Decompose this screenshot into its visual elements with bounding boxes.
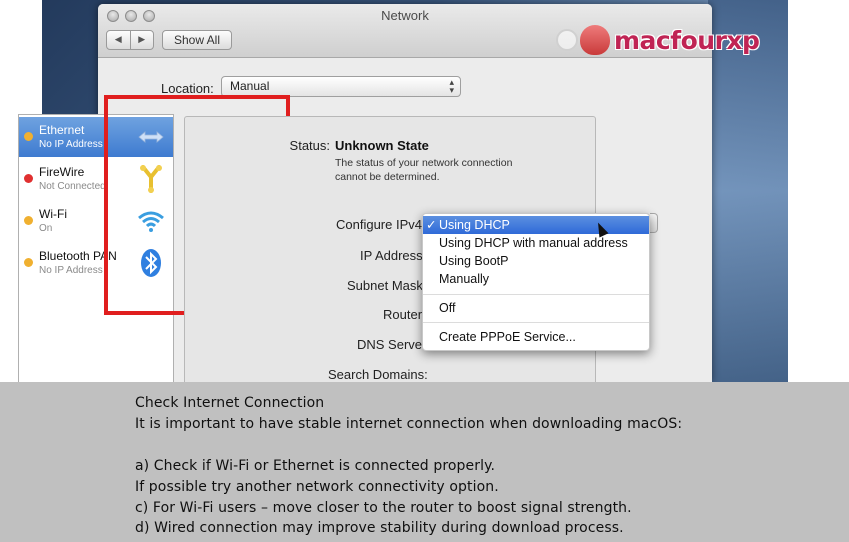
service-status: Not Connected [39, 181, 106, 192]
menu-item-label: Manually [439, 272, 490, 286]
service-name: FireWire [39, 165, 85, 179]
menu-item-create-pppoe[interactable]: Create PPPoE Service... [423, 328, 649, 346]
checkmark-icon: ✓ [426, 218, 437, 232]
menu-item-using-dhcp[interactable]: ✓ Using DHCP [423, 216, 649, 234]
status-description: The status of your network connection ca… [335, 157, 513, 183]
status-dot-icon [24, 216, 33, 225]
menu-item-dhcp-manual[interactable]: Using DHCP with manual address [423, 234, 649, 252]
menu-item-label: Off [439, 301, 456, 315]
caption-title: Check Internet Connection [135, 395, 325, 411]
search-domains-label: Search Domains: [328, 367, 428, 382]
location-select[interactable]: Manual ▴ ▾ [221, 76, 461, 97]
configure-ipv4-menu: ✓ Using DHCP Using DHCP with manual addr… [422, 213, 650, 351]
watermark-text: macfourxp [614, 25, 760, 55]
menu-item-manually[interactable]: Manually [423, 270, 649, 288]
site-watermark: macfourxp [556, 22, 760, 58]
menu-item-off[interactable]: Off [423, 299, 649, 317]
dns-server-label: DNS Server [357, 337, 427, 352]
menu-item-label: Using DHCP with manual address [439, 236, 628, 250]
service-name: Wi-Fi [39, 207, 67, 221]
apple-logo-icon [580, 25, 610, 55]
service-status: No IP Address [39, 139, 103, 150]
router-label: Router [383, 307, 423, 322]
menu-item-label: Using BootP [439, 254, 509, 268]
service-status: No IP Address [39, 265, 103, 276]
service-name: Ethernet [39, 123, 85, 137]
status-value: Unknown State [335, 138, 429, 153]
status-dot-icon [24, 258, 33, 267]
status-dot-icon [24, 174, 33, 183]
show-all-button[interactable]: Show All [162, 30, 232, 50]
menu-item-label: Using DHCP [439, 218, 510, 232]
forward-button[interactable]: ▶ [129, 31, 154, 49]
menu-item-bootp[interactable]: Using BootP [423, 252, 649, 270]
caption-intro: It is important to have stable internet … [135, 416, 683, 432]
location-value: Manual [230, 79, 270, 93]
window-title: Network [381, 8, 429, 23]
configure-ipv4-select[interactable] [650, 213, 658, 233]
configure-ipv4-label: Configure IPv4 [336, 217, 422, 232]
service-status: On [39, 223, 53, 234]
menu-separator [423, 322, 649, 323]
location-label: Location: [161, 81, 214, 96]
ip-address-label: IP Address [360, 248, 423, 263]
select-arrows-icon: ▴ ▾ [449, 77, 454, 95]
menu-separator [423, 294, 649, 295]
caption-line-a: a) Check if Wi-Fi or Ethernet is connect… [135, 458, 496, 474]
caption-line-d: d) Wired connection may improve stabilit… [135, 520, 624, 536]
magnifier-icon [556, 29, 578, 51]
subnet-mask-label: Subnet Mask [347, 278, 423, 293]
caption-line-b: If possible try another network connecti… [135, 479, 499, 495]
back-button[interactable]: ◀ [107, 31, 130, 49]
status-dot-icon [24, 132, 33, 141]
menu-item-label: Create PPPoE Service... [439, 330, 576, 344]
status-label: Status: [289, 138, 330, 153]
navigation-buttons: ◀ ▶ [106, 30, 154, 50]
instruction-caption: Check Internet Connection It is importan… [0, 382, 849, 542]
caption-line-c: c) For Wi-Fi users – move closer to the … [135, 500, 632, 516]
